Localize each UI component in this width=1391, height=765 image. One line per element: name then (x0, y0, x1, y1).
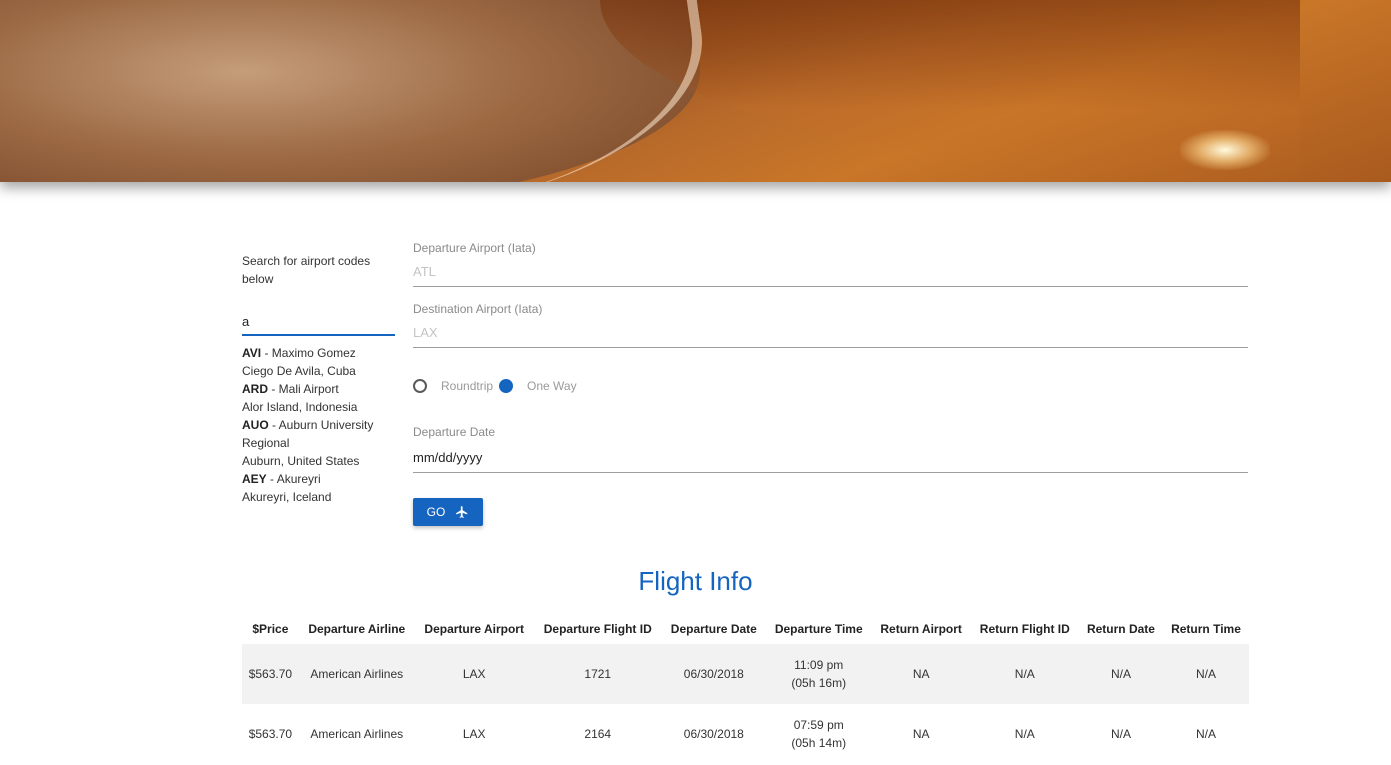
roundtrip-label: Roundtrip (441, 379, 494, 393)
column-header: Return Flight ID (979, 622, 1070, 636)
departure-date-input[interactable] (413, 440, 1248, 473)
column-header: Return Date (1086, 622, 1155, 636)
return-airport-cell: NA (912, 667, 930, 681)
destination-airport-field: Destination Airport (Iata) (413, 301, 1248, 356)
go-label: GO (426, 505, 446, 519)
price-cell: $563.70 (248, 667, 293, 681)
flight-id-cell: 1721 (584, 667, 612, 681)
banner-sun-reflection (1180, 130, 1270, 170)
airline-cell: American Airlines (310, 727, 404, 741)
table-header-row: $Price Departure Airline Departure Airpo… (242, 614, 1249, 644)
radio-unchecked-icon (413, 379, 427, 393)
return-airport-cell: NA (912, 727, 930, 741)
return-flight-id-cell: N/A (1014, 727, 1035, 741)
one-way-radio[interactable]: One Way (499, 379, 577, 393)
departure-airport-input[interactable] (413, 256, 1248, 287)
flight-info-title: Flight Info (638, 566, 753, 596)
table-row: $563.70 American Airlines LAX 2164 06/30… (242, 704, 1249, 764)
column-header: $Price (252, 622, 289, 636)
airport-result-aey[interactable]: AEY - Akureyri Akureyri, Iceland (242, 470, 395, 506)
airport-location: Ciego De Avila, Cuba (242, 364, 356, 378)
departure-airport-field: Departure Airport (Iata) (413, 240, 1248, 295)
airplane-icon (456, 506, 468, 518)
airport-location: Auburn, United States (242, 454, 360, 468)
departure-airport-label: Departure Airport (Iata) (413, 241, 536, 255)
duration-value: (05h 14m) (791, 736, 847, 750)
time-value: 07:59 pm (793, 718, 844, 732)
departure-date-cell: 06/30/2018 (683, 667, 744, 681)
departure-airport-cell: LAX (462, 727, 486, 741)
beach-banner-image (0, 0, 1391, 182)
column-header: Return Time (1171, 622, 1241, 636)
destination-airport-label: Destination Airport (Iata) (413, 302, 543, 316)
time-value: 11:09 pm (794, 658, 844, 672)
return-flight-id-cell: N/A (1014, 667, 1035, 681)
roundtrip-radio[interactable]: Roundtrip (413, 379, 493, 393)
departure-airport-cell: LAX (462, 667, 486, 681)
airline-cell: American Airlines (310, 667, 404, 681)
departure-time-cell: 07:59 pm (05h 14m) (766, 704, 872, 764)
column-header: Departure Airport (424, 622, 524, 636)
airport-name: - Maximo Gomez (261, 346, 356, 360)
return-date-cell: N/A (1110, 727, 1131, 741)
airport-location: Akureyri, Iceland (242, 490, 332, 504)
airport-code: ARD (242, 382, 268, 396)
destination-airport-input[interactable] (413, 317, 1248, 348)
airport-code: AUO (242, 418, 269, 432)
column-header: Departure Date (670, 622, 757, 636)
airport-results-list: AVI - Maximo Gomez Ciego De Avila, Cuba … (242, 344, 395, 506)
one-way-label: One Way (527, 379, 577, 393)
airport-name: - Akureyri (266, 472, 321, 486)
radio-checked-icon (499, 379, 514, 393)
departure-date-field: Departure Date (413, 424, 1248, 473)
column-header: Departure Flight ID (543, 622, 652, 636)
airport-search-panel: Search for airport codes below AVI - Max… (242, 252, 395, 506)
airport-name: - Mali Airport (268, 382, 339, 396)
column-header: Departure Airline (308, 622, 406, 636)
airport-result-avi[interactable]: AVI - Maximo Gomez Ciego De Avila, Cuba (242, 344, 395, 380)
airport-code: AEY (242, 472, 267, 486)
airport-code: AVI (242, 346, 262, 360)
go-button[interactable]: GO (413, 498, 483, 526)
departure-date-label: Departure Date (413, 425, 496, 439)
table-row: $563.70 American Airlines LAX 1721 06/30… (242, 644, 1249, 704)
column-header: Departure Time (774, 622, 863, 636)
search-hint: Search for airport codes below (242, 254, 371, 286)
return-time-cell: N/A (1195, 727, 1216, 741)
column-header: Return Airport (880, 622, 962, 636)
departure-date-cell: 06/30/2018 (683, 727, 744, 741)
airport-location: Alor Island, Indonesia (242, 400, 358, 414)
flight-results-table: $Price Departure Airline Departure Airpo… (242, 614, 1249, 764)
flight-id-cell: 2164 (584, 727, 612, 741)
trip-type-group: Roundtrip One Way (413, 376, 1248, 396)
return-date-cell: N/A (1110, 667, 1131, 681)
airport-result-ard[interactable]: ARD - Mali Airport Alor Island, Indonesi… (242, 380, 395, 416)
return-time-cell: N/A (1195, 667, 1216, 681)
airport-search-input[interactable] (242, 308, 395, 336)
flight-search-form: Departure Airport (Iata) Destination Air… (413, 240, 1248, 526)
price-cell: $563.70 (248, 727, 293, 741)
airport-result-auo[interactable]: AUO - Auburn University Regional Auburn,… (242, 416, 395, 470)
departure-time-cell: 11:09 pm (05h 16m) (766, 644, 872, 704)
duration-value: (05h 16m) (791, 676, 847, 690)
